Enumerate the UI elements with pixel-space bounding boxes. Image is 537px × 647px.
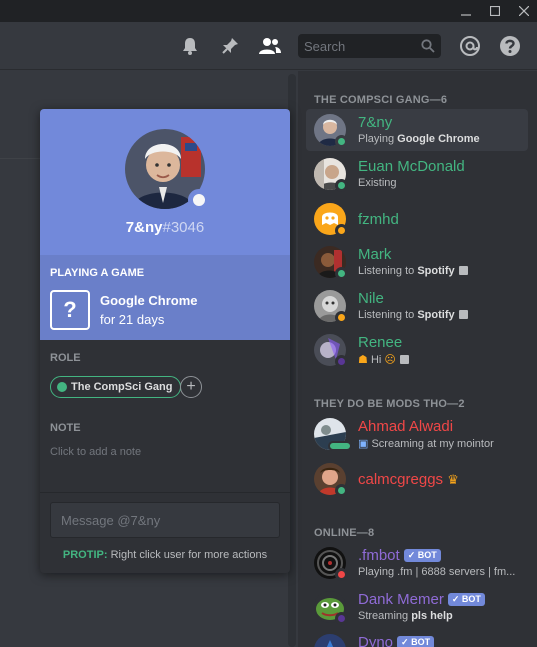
member-name: Dyno ✓ BOT — [358, 634, 435, 647]
rich-presence-icon — [458, 266, 468, 275]
member-name: calmcgreggs ♛ — [358, 471, 459, 488]
section-header-mods: THEY DO BE MODS THO—2 — [314, 398, 465, 410]
member-dyno[interactable]: Dyno ✓ BOT — [306, 629, 528, 647]
crown-icon: ♛ — [447, 472, 459, 487]
member-name: .fmbot ✓ BOT — [358, 547, 441, 564]
ghost-emoji-icon: ☗ — [358, 354, 368, 366]
role-color-icon — [57, 382, 67, 392]
bot-badge: ✓ BOT — [403, 549, 441, 562]
mention-icon[interactable] — [458, 34, 482, 58]
member-mark[interactable]: Mark Listening to Spotify — [306, 241, 528, 283]
role-name: The CompSci Gang — [71, 381, 173, 393]
members-icon[interactable] — [258, 34, 282, 58]
minimize-icon[interactable] — [455, 0, 477, 22]
member-fmbot[interactable]: .fmbot ✓ BOT Playing .fm | 6888 servers |… — [306, 542, 528, 584]
member-name: Ahmad Alwadi — [358, 418, 454, 435]
status-mobile-icon — [328, 441, 352, 451]
status-idle-icon — [335, 311, 348, 324]
maximize-icon[interactable] — [484, 0, 506, 22]
profile-status-icon — [188, 189, 210, 211]
protip: PROTIP: Right click user for more action… — [62, 549, 268, 561]
member-dank-memer[interactable]: Dank Memer ✓ BOT Streaming pls help — [306, 586, 528, 628]
bell-icon[interactable] — [178, 34, 202, 58]
member-renee[interactable]: Renee ☗ Hi ☹ — [306, 329, 528, 371]
game-name: Google Chrome — [100, 293, 198, 308]
member-name: Nile — [358, 290, 384, 307]
role-section-label: ROLE — [50, 352, 81, 364]
profile-username: 7&ny#3046 — [125, 219, 205, 236]
profile-header: 7&ny#3046 — [40, 109, 290, 255]
activity-header: PLAYING A GAME — [50, 267, 145, 279]
member-name: fzmhd — [358, 211, 399, 228]
section-header-online: ONLINE—8 — [314, 527, 375, 539]
status-streaming-icon — [335, 355, 348, 368]
member-activity: Listening to Spotify — [358, 309, 468, 321]
status-online-icon — [335, 484, 348, 497]
member-name: Euan McDonald — [358, 158, 465, 175]
search-input[interactable]: Search — [298, 34, 441, 58]
member-activity: Existing — [358, 177, 397, 189]
member-list: THE COMPSCI GANG—6 7&ny Playing Google C… — [298, 71, 537, 647]
member-activity: Playing .fm | 6888 servers | fm... — [358, 566, 516, 578]
member-euan[interactable]: Euan McDonald Existing — [306, 153, 528, 195]
note-input[interactable]: Click to add a note — [50, 446, 141, 458]
rich-presence-icon — [399, 355, 409, 364]
status-online-icon — [335, 179, 348, 192]
member-name: Mark — [358, 246, 392, 263]
window-titlebar — [0, 0, 537, 22]
status-dnd-icon — [335, 568, 348, 581]
member-nile[interactable]: Nile Listening to Spotify — [306, 285, 528, 327]
member-activity: Streaming pls help — [358, 610, 453, 622]
member-name: Renee — [358, 334, 403, 351]
member-activity: ▣ Screaming at my mointor — [358, 438, 494, 450]
face-emoji-icon: ☹ — [384, 354, 396, 366]
member-ahmad[interactable]: Ahmad Alwadi ▣ Screaming at my mointor — [306, 413, 528, 455]
search-placeholder: Search — [304, 39, 346, 54]
message-box — [50, 502, 280, 538]
help-icon[interactable] — [498, 34, 522, 58]
monitor-emoji-icon: ▣ — [358, 438, 369, 450]
member-activity: Listening to Spotify — [358, 265, 468, 277]
avatar — [314, 634, 346, 647]
rich-presence-icon — [458, 310, 468, 319]
unknown-game-icon: ? — [50, 290, 90, 330]
game-duration: for 21 days — [100, 312, 165, 327]
close-icon[interactable] — [513, 0, 535, 22]
bot-badge: ✓ BOT — [447, 593, 485, 606]
note-section-label: NOTE — [50, 422, 81, 434]
divider — [40, 492, 290, 493]
member-activity: ☗ Hi ☹ — [358, 353, 409, 366]
user-profile-popout: 7&ny#3046 PLAYING A GAME ? Google Chrome… — [40, 109, 290, 573]
role-pill[interactable]: The CompSci Gang — [50, 376, 182, 398]
status-streaming-icon — [335, 612, 348, 625]
channel-header: Search — [0, 22, 537, 70]
section-header-compsci: THE COMPSCI GANG—6 — [314, 94, 448, 106]
add-role-button[interactable]: + — [180, 376, 202, 398]
pin-icon[interactable] — [218, 34, 242, 58]
direct-message-input[interactable] — [51, 503, 279, 537]
status-idle-icon — [335, 224, 348, 237]
bot-badge: ✓ BOT — [397, 636, 435, 647]
member-fzmhd[interactable]: fzmhd — [306, 198, 528, 240]
member-7ny[interactable]: 7&ny Playing Google Chrome — [306, 109, 528, 151]
profile-activity: PLAYING A GAME ? Google Chrome for 21 da… — [40, 255, 290, 340]
status-online-icon — [335, 267, 348, 280]
search-icon — [421, 39, 435, 56]
member-calmcgreggs[interactable]: calmcgreggs ♛ — [306, 458, 528, 500]
member-name: Dank Memer ✓ BOT — [358, 591, 485, 608]
member-name: 7&ny — [358, 114, 393, 131]
member-activity: Playing Google Chrome — [358, 133, 480, 145]
status-online-icon — [335, 135, 348, 148]
